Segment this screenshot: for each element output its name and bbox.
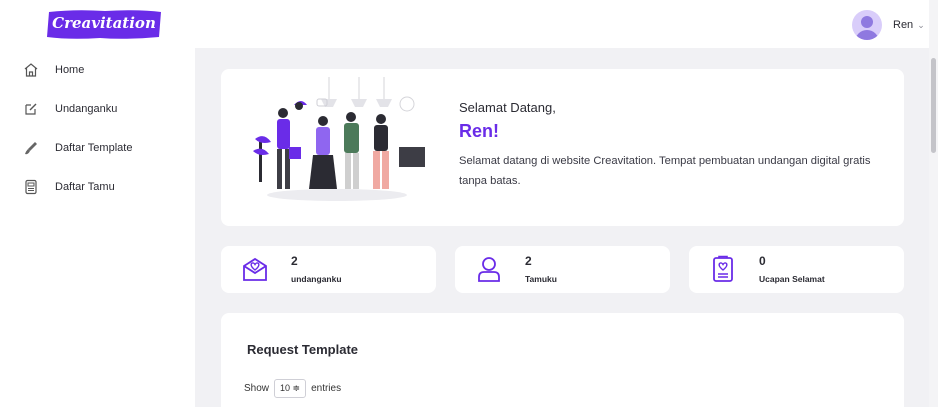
request-template-title: Request Template <box>247 342 359 357</box>
stat-card-tamuku[interactable]: 2 Tamuku <box>455 246 670 293</box>
stat-label: undanganku <box>291 274 342 284</box>
entries-label: entries <box>311 383 342 394</box>
card-heart-icon <box>713 255 733 282</box>
home-icon <box>22 61 40 79</box>
stat-value: 0 <box>759 254 766 268</box>
chevron-down-icon: ⌄ <box>917 19 925 30</box>
sidebar-item-label: Daftar Tamu <box>55 181 115 193</box>
entries-select[interactable]: 10 ≑ <box>274 379 307 398</box>
show-label: Show <box>244 383 270 394</box>
brush-icon <box>22 139 40 157</box>
welcome-description: Selamat datang di website Creavitation. … <box>459 155 871 187</box>
sidebar-item-label: Daftar Template <box>55 142 133 154</box>
sidebar-item-label: Undanganku <box>55 103 118 115</box>
clipboard-icon <box>22 178 40 196</box>
stat-label: Ucapan Selamat <box>759 274 825 284</box>
stat-value: 2 <box>291 254 298 268</box>
brand-logo[interactable]: Creavitation <box>45 8 163 41</box>
stat-card-ucapan-selamat[interactable]: 0 Ucapan Selamat <box>689 246 904 293</box>
sidebar: Home Undanganku Daftar Template Daftar T… <box>0 48 195 407</box>
welcome-illustration <box>253 77 425 201</box>
brand-name: Creavitation <box>52 14 156 32</box>
sidebar-item-undanganku[interactable]: Undanganku <box>0 94 195 124</box>
edit-icon <box>22 100 40 118</box>
request-template-card: Request Template Show 10 ≑ entries <box>221 313 904 407</box>
avatar <box>852 10 882 40</box>
stat-value: 2 <box>525 254 532 268</box>
envelope-heart-icon <box>243 257 267 281</box>
sidebar-item-daftar-template[interactable]: Daftar Template <box>0 133 195 163</box>
entries-control: Show 10 ≑ entries <box>244 379 341 398</box>
top-bar: Creavitation Ren ⌄ <box>0 0 938 48</box>
sidebar-item-daftar-tamu[interactable]: Daftar Tamu <box>0 172 195 202</box>
user-name: Ren <box>893 19 914 31</box>
welcome-card: Selamat Datang, Ren! Selamat datang di w… <box>221 69 904 226</box>
welcome-greeting: Selamat Datang, <box>459 100 556 115</box>
user-menu[interactable]: Ren ⌄ <box>852 10 925 40</box>
stat-label: Tamuku <box>525 274 557 284</box>
scrollbar-thumb[interactable] <box>931 58 936 153</box>
user-icon <box>478 257 500 282</box>
page-scrollbar[interactable] <box>929 0 938 407</box>
sidebar-item-label: Home <box>55 64 85 76</box>
stat-card-undanganku[interactable]: 2 undanganku <box>221 246 436 293</box>
sidebar-item-home[interactable]: Home <box>0 55 195 85</box>
welcome-user-name: Ren! <box>459 121 499 141</box>
